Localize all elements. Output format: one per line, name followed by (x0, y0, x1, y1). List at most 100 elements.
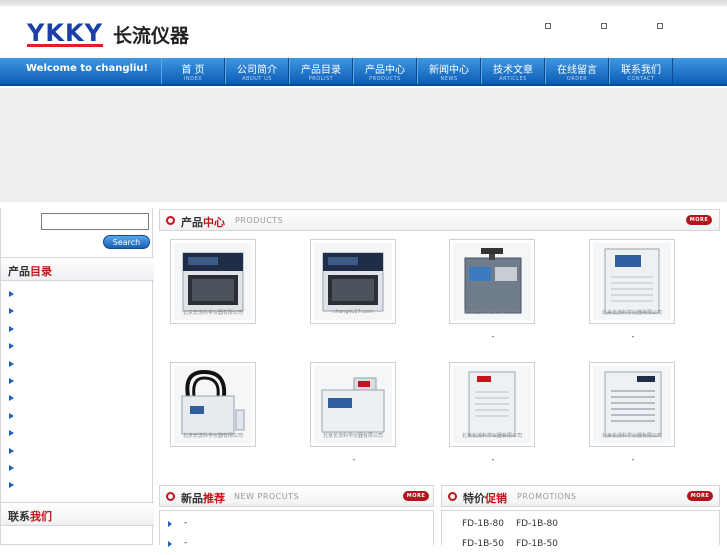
new-products-title: 新品推荐 (181, 492, 225, 505)
product-image[interactable]: 北京长流科学仪器有限公司 (174, 243, 252, 320)
catalog-item[interactable] (1, 390, 154, 407)
promotions-more-button[interactable]: MORE (687, 491, 713, 501)
arrow-icon (9, 395, 14, 402)
catalog-list (1, 286, 154, 495)
search-button[interactable]: Search (103, 235, 150, 249)
catalog-item[interactable] (1, 373, 154, 390)
nav-label-en: PROLIST (308, 76, 334, 82)
nav-item-0[interactable]: 首 页 INDEX (161, 58, 225, 84)
new-products-title-en: NEW PROCUTS (234, 492, 300, 501)
contact-header: 联系我们 (1, 502, 154, 526)
product-image[interactable]: 北京长流科学仪器有限公司 (593, 243, 671, 320)
product-card[interactable]: changliu.chem17.com - (449, 239, 535, 341)
catalog-item[interactable] (1, 338, 154, 355)
catalog-item[interactable] (1, 408, 154, 425)
nav-item-3[interactable]: 产品中心 PRODUCTS (353, 58, 417, 84)
catalog-item[interactable] (1, 477, 154, 494)
product-card[interactable]: 北京长流科学仪器有限公司 - (449, 362, 535, 464)
circle-icon (448, 492, 457, 501)
product-image[interactable]: 北京长流科学仪器有限公司 (593, 366, 671, 443)
product-caption[interactable]: - (590, 455, 676, 464)
list-item[interactable]: FD-1B-80 FD-1B-80 (442, 517, 717, 535)
product-card[interactable]: 北京长流科学仪器有限公司 - (589, 362, 675, 464)
product-watermark: 北京长流科学仪器有限公司 (601, 433, 662, 439)
new-products-more-button[interactable]: MORE (403, 491, 429, 501)
products-more-button[interactable]: MORE (686, 215, 712, 225)
product-watermark: 北京长流科学仪器有限公司 (322, 433, 383, 439)
product-card[interactable]: 北京长流科学仪器有限公司 (170, 362, 256, 447)
top-links (545, 23, 663, 29)
catalog-item[interactable] (1, 356, 154, 373)
catalog-item[interactable] (1, 286, 154, 303)
products-header: 产品中心 PRODUCTS MORE (159, 209, 720, 231)
product-image[interactable]: 北京长流科学仪器有限公司 (314, 366, 392, 443)
nav-item-6[interactable]: 在线留言 ORDER (545, 58, 609, 84)
nav-label: 在线留言 (557, 65, 597, 76)
promotions-list: FD-1B-80 FD-1B-80 FD-1B-50 FD-1B-50 (441, 510, 720, 549)
list-item[interactable]: - (160, 516, 430, 534)
product-caption[interactable]: - (450, 332, 536, 341)
product-image[interactable]: changliu17.com (314, 243, 392, 320)
product-image[interactable]: changliu.chem17.com (453, 243, 531, 320)
top-link-icon-3[interactable] (657, 23, 663, 29)
arrow-icon (9, 447, 14, 454)
product-watermark: 北京长流科学仪器有限公司 (601, 310, 662, 316)
catalog-item[interactable] (1, 321, 154, 338)
logo[interactable]: YKKY 长流仪器 (27, 21, 189, 48)
list-item[interactable]: - (160, 536, 430, 554)
product-watermark: 北京长流科学仪器有限公司 (182, 310, 243, 316)
arrow-icon (9, 291, 14, 297)
nav-item-5[interactable]: 技术文章 ARTICLES (481, 58, 545, 84)
nav-item-2[interactable]: 产品目录 PROLIST (289, 58, 353, 84)
product-caption[interactable]: - (311, 455, 397, 464)
top-link-icon-1[interactable] (545, 23, 551, 29)
nav-item-1[interactable]: 公司简介 ABOUT US (225, 58, 289, 84)
arrow-icon (9, 343, 14, 350)
arrow-icon (9, 430, 14, 437)
product-card[interactable]: 北京长流科学仪器有限公司 - (310, 362, 396, 464)
nav-label-en: ARTICLES (499, 76, 527, 82)
nav-item-4[interactable]: 新闻中心 NEWS (417, 58, 481, 84)
promotions-header: 特价促销 PROMOTIONS MORE (441, 485, 720, 507)
product-caption[interactable]: - (590, 332, 676, 341)
list-item[interactable]: FD-1B-50 FD-1B-50 (442, 537, 717, 555)
catalog-item[interactable] (1, 303, 154, 320)
product-card[interactable]: 北京长流科学仪器有限公司 (170, 239, 256, 324)
top-link-icon-2[interactable] (601, 23, 607, 29)
nav-label: 新闻中心 (429, 65, 469, 76)
nav-items: 首 页 INDEX 公司简介 ABOUT US 产品目录 PROLIST 产品中心 PRODU… (161, 58, 673, 84)
products-title: 产品中心 (181, 216, 225, 229)
catalog-header: 产品目录 (1, 257, 154, 281)
product-image[interactable]: 北京长流科学仪器有限公司 (174, 366, 252, 443)
product-card[interactable]: 北京长流科学仪器有限公司 - (589, 239, 675, 341)
contact-title: 联系我们 (8, 510, 52, 523)
product-watermark: 北京长流科学仪器有限公司 (461, 433, 522, 439)
nav-label-en: ABOUT US (242, 76, 272, 82)
arrow-icon (168, 541, 172, 547)
welcome-text: Welcome to changliu! (26, 63, 149, 74)
nav-label: 公司简介 (237, 65, 277, 76)
new-products-header: 新品推荐 NEW PROCUTS MORE (159, 485, 434, 507)
arrow-icon (9, 464, 14, 471)
arrow-icon (168, 521, 172, 527)
nav-label-en: INDEX (183, 76, 203, 82)
arrow-icon (9, 482, 14, 489)
nav-item-7[interactable]: 联系我们 CONTACT (609, 58, 673, 84)
catalog-item[interactable] (1, 443, 154, 460)
product-image[interactable]: 北京长流科学仪器有限公司 (453, 366, 531, 443)
promotions-title: 特价促销 (463, 492, 507, 505)
logo-text-cn: 长流仪器 (112, 25, 189, 47)
product-caption[interactable]: - (450, 455, 536, 464)
products-title-en: PRODUCTS (235, 216, 284, 225)
arrow-icon (9, 308, 14, 315)
main-nav: Welcome to changliu! 首 页 INDEX 公司简介 ABOUT U… (0, 58, 727, 86)
search-input[interactable] (41, 213, 149, 230)
nav-label: 联系我们 (621, 65, 661, 76)
catalog-item[interactable] (1, 460, 154, 477)
logo-text-en: YKKY (27, 19, 103, 47)
circle-icon (166, 216, 175, 225)
catalog-item[interactable] (1, 425, 154, 442)
product-card[interactable]: changliu17.com (310, 239, 396, 324)
circle-icon (166, 492, 175, 501)
product-watermark: changliu.chem17.com (464, 309, 520, 315)
